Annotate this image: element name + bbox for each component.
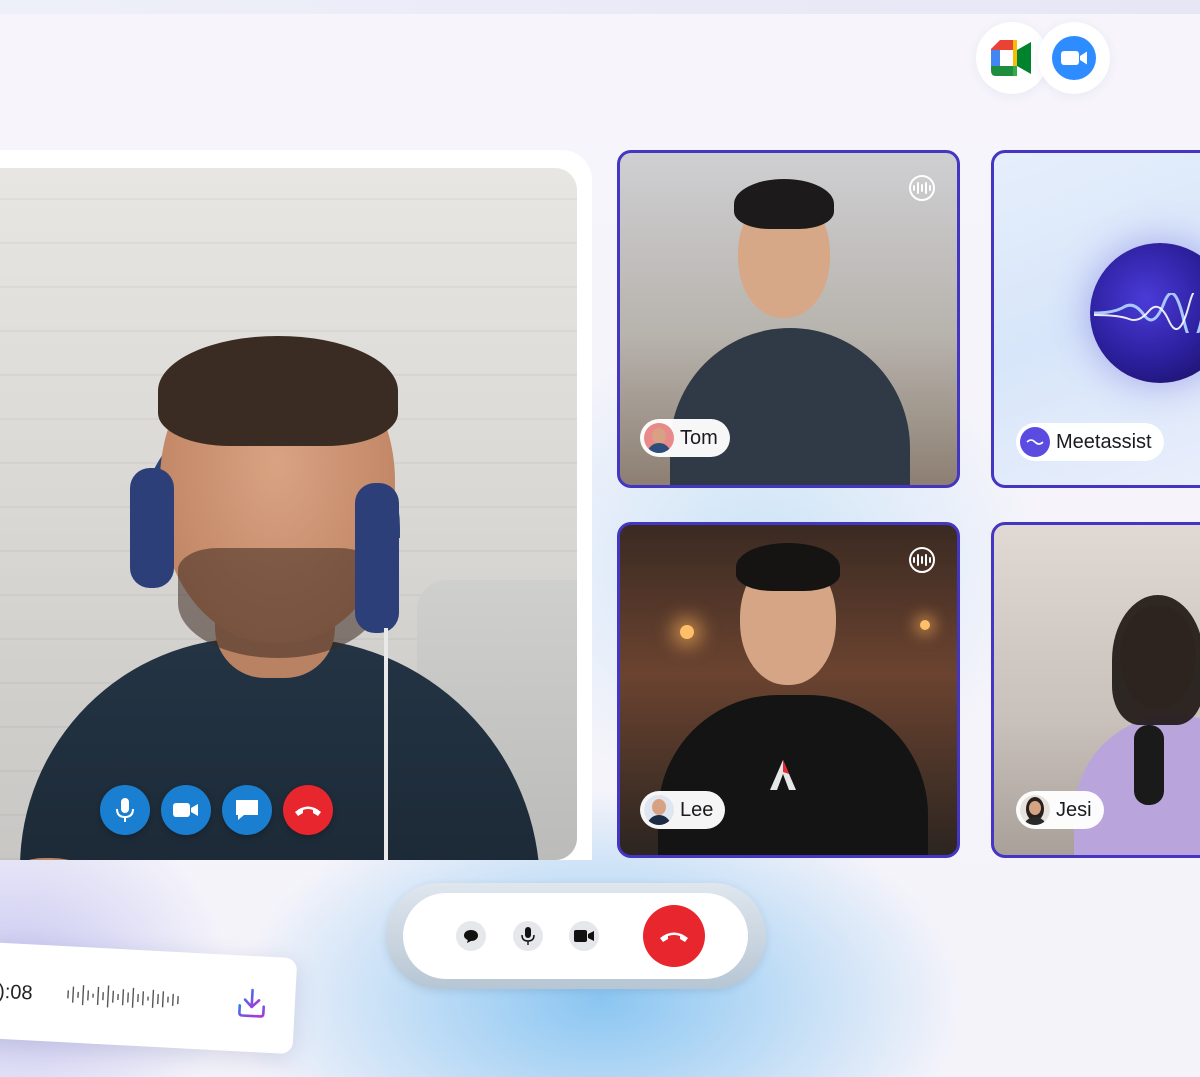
chat-button[interactable] (456, 921, 486, 951)
main-speaker-video (0, 168, 577, 860)
meetassist-logo-icon (1020, 427, 1050, 457)
audio-wave-icon (909, 175, 935, 201)
avatar (644, 795, 674, 825)
microphone-button[interactable] (513, 921, 543, 951)
end-call-button[interactable] (643, 905, 705, 967)
download-icon[interactable] (234, 985, 270, 1021)
participant-name: Lee (680, 798, 714, 821)
participant-name-chip: Meetassist (1016, 423, 1164, 461)
participant-tile-tom[interactable]: Tom (617, 150, 960, 488)
participant-tile-jesi[interactable]: Jesi (991, 522, 1200, 858)
microphone-button[interactable] (100, 785, 150, 835)
camera-button[interactable] (569, 921, 599, 951)
participant-name-chip: Tom (640, 419, 730, 457)
phone-hangup-icon (660, 932, 688, 942)
chat-icon (464, 929, 478, 943)
participant-name: Tom (680, 426, 718, 449)
recording-card[interactable]: ):08 (0, 941, 298, 1055)
avatar (1020, 795, 1050, 825)
participant-tile-meetassist[interactable]: Meetassist (991, 150, 1200, 488)
participant-name-chip: Jesi (1016, 791, 1104, 829)
participant-name: Meetassist (1056, 430, 1152, 453)
video-camera-icon (173, 803, 198, 817)
recording-time: ):08 (0, 980, 34, 1005)
sound-wave-icon (1094, 293, 1200, 333)
phone-hangup-icon (295, 806, 321, 816)
audio-wave-icon (909, 547, 935, 573)
zoom-icon[interactable] (1038, 22, 1110, 94)
video-camera-icon (574, 930, 594, 942)
chat-button[interactable] (222, 785, 272, 835)
camera-button[interactable] (161, 785, 211, 835)
participant-name-chip: Lee (640, 791, 726, 829)
recording-waveform (67, 985, 179, 1008)
avatar (644, 423, 674, 453)
microphone-icon (116, 798, 134, 822)
participant-name: Jesi (1056, 798, 1092, 821)
end-call-button[interactable] (283, 785, 333, 835)
main-call-controls (100, 785, 333, 835)
top-bar (0, 0, 1200, 14)
participant-tile-lee[interactable]: Lee (617, 522, 960, 858)
microphone-icon (521, 927, 535, 945)
chat-icon (236, 800, 258, 820)
